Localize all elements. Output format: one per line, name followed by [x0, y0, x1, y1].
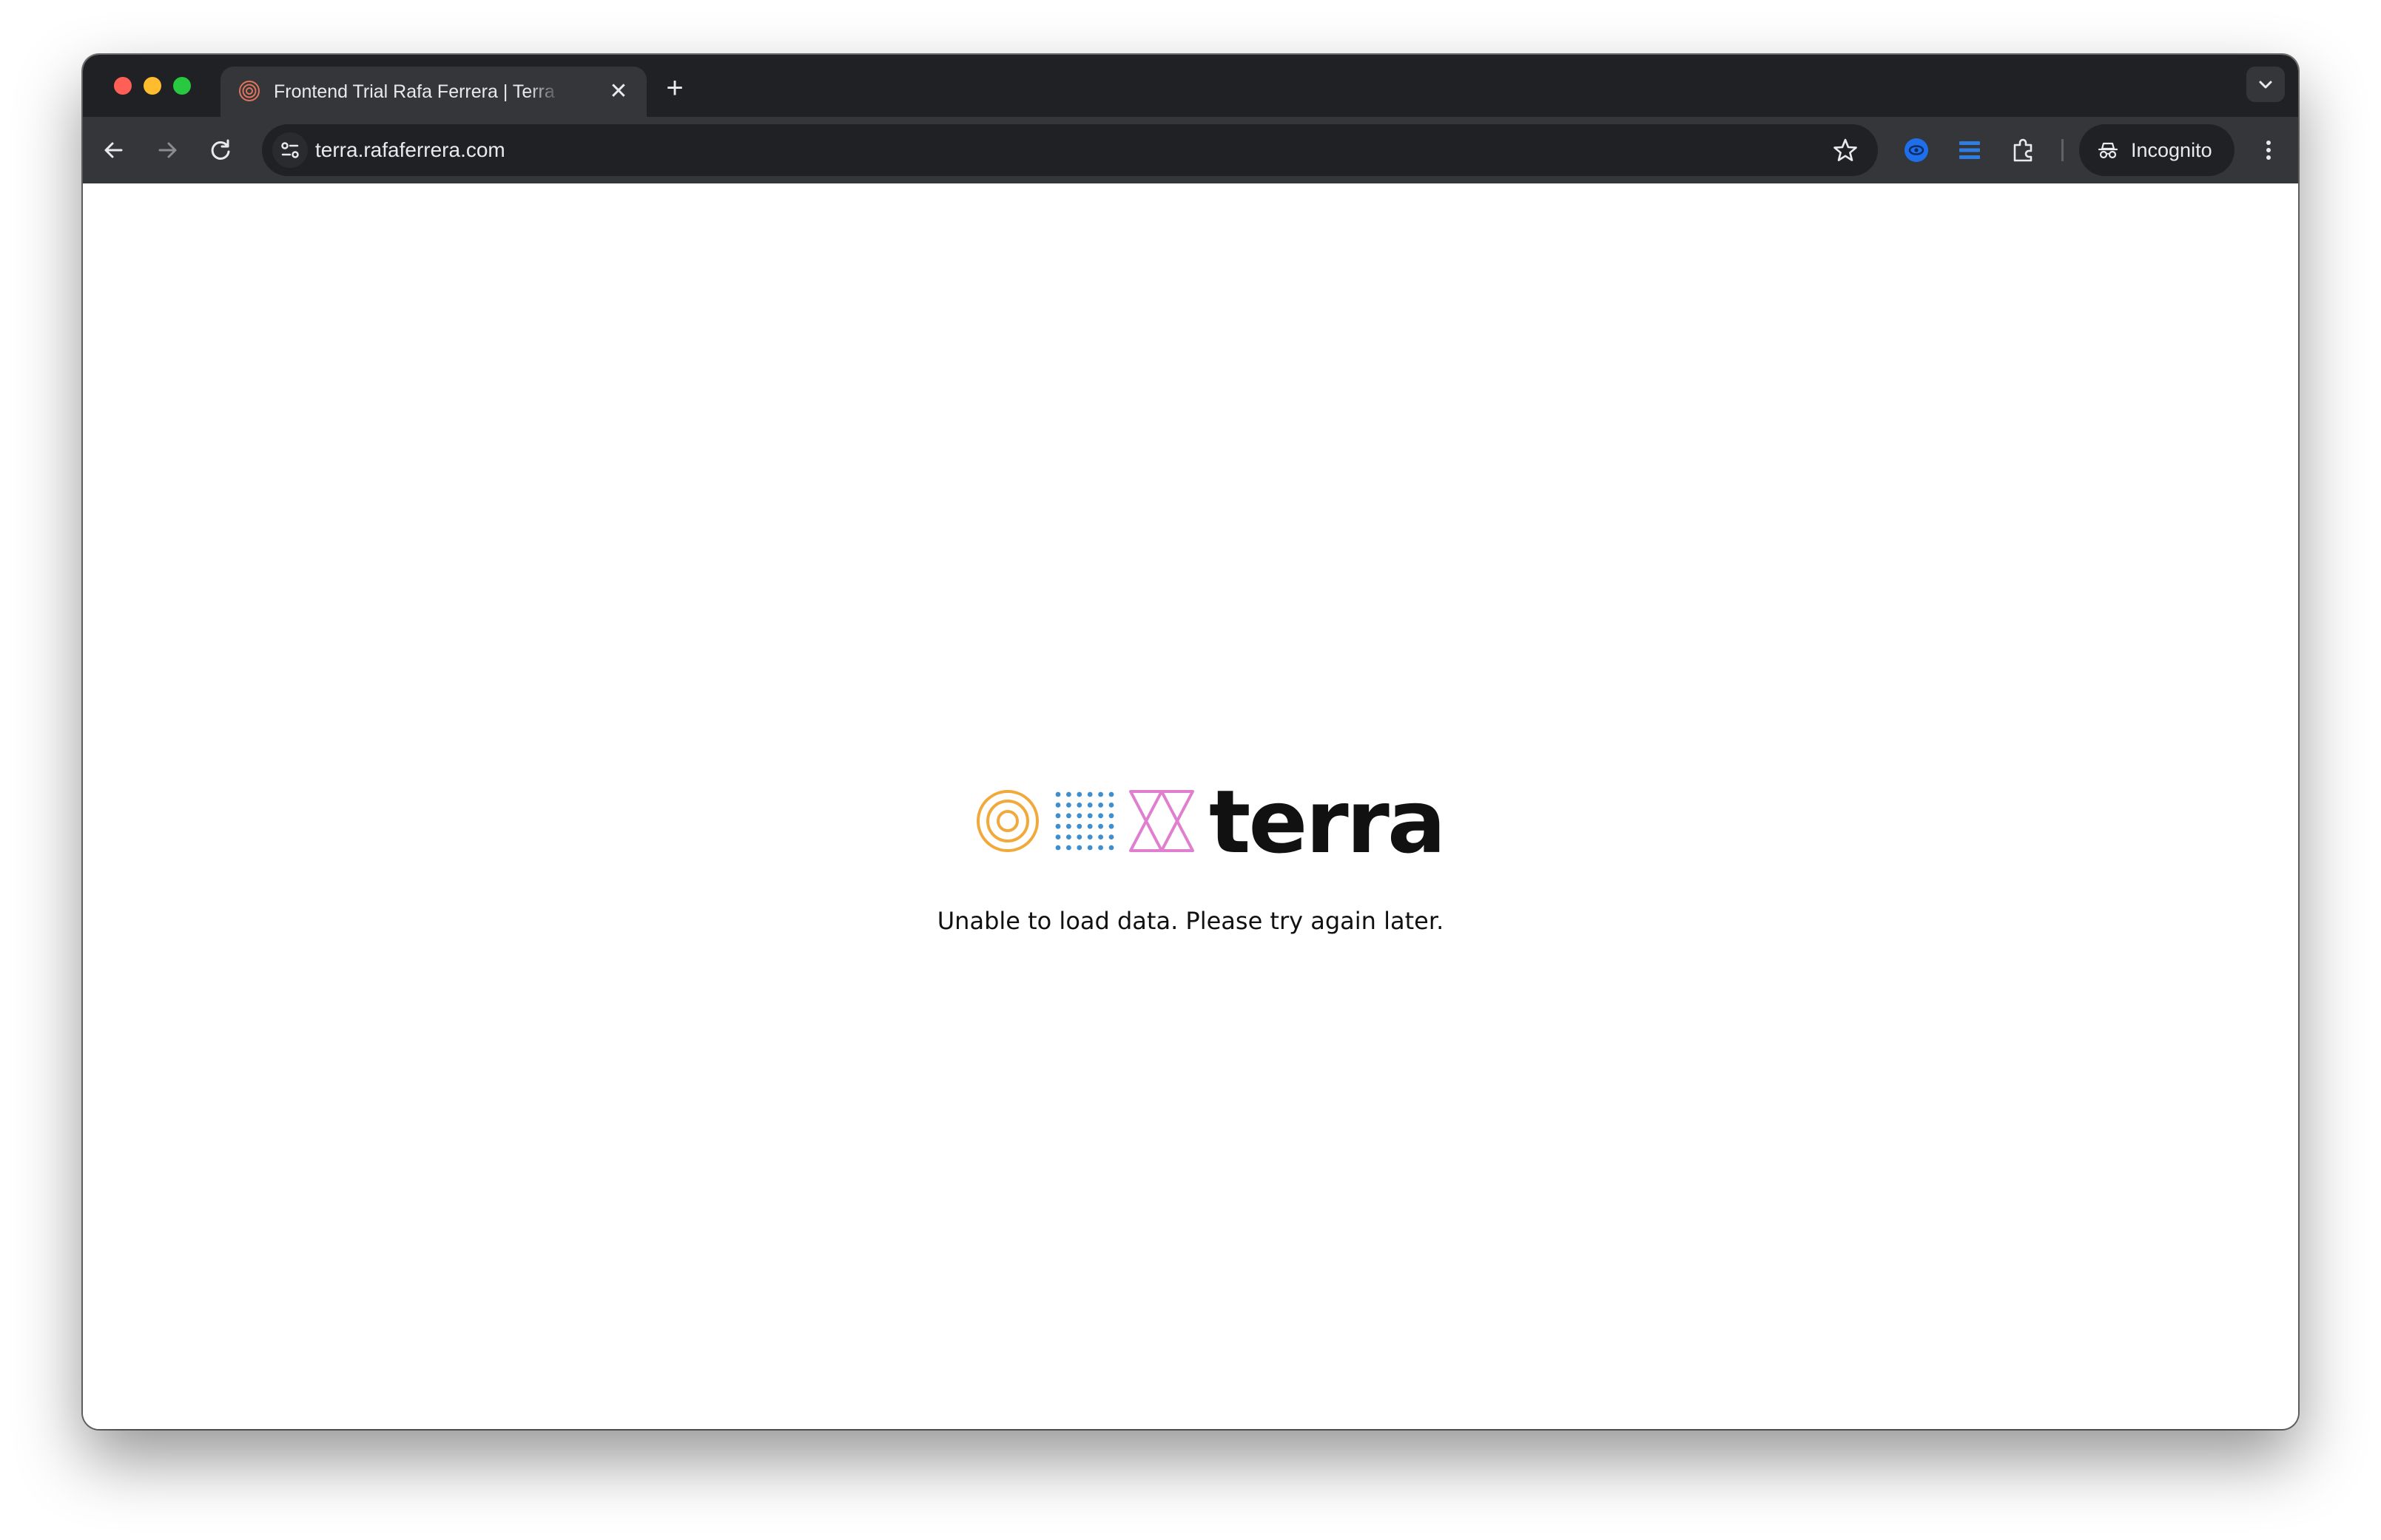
logo-dot: [1077, 823, 1082, 829]
logo-dot: [1087, 823, 1093, 829]
logo-dot: [1077, 845, 1082, 851]
more-menu-icon[interactable]: [2255, 134, 2282, 166]
forward-arrow-icon[interactable]: [149, 132, 185, 168]
browser-window: Frontend Trial Rafa Ferrera | Terra ✕ +: [83, 55, 2298, 1429]
extension-list-icon[interactable]: [1953, 134, 1986, 166]
maximize-window-button[interactable]: [173, 77, 191, 95]
incognito-icon: [2098, 142, 2118, 159]
logo-dot: [1098, 845, 1103, 851]
logo-dot: [1055, 803, 1061, 808]
tab-active[interactable]: Frontend Trial Rafa Ferrera | Terra ✕: [220, 67, 647, 117]
concentric-circles-icon: [977, 790, 1039, 852]
logo-dot: [1055, 834, 1061, 840]
logo-dot: [1077, 803, 1082, 808]
logo-dot: [1066, 813, 1071, 819]
terra-target-icon: [239, 81, 260, 101]
logo-dot: [1087, 813, 1093, 819]
logo-dot: [1108, 834, 1114, 840]
desktop: Frontend Trial Rafa Ferrera | Terra ✕ +: [0, 0, 2381, 1540]
logo-dot: [1108, 845, 1114, 851]
logo-wordmark: terra: [1209, 771, 1446, 873]
logo-dot: [1055, 791, 1061, 797]
logo-dot: [1077, 813, 1082, 819]
logo-dot: [1098, 823, 1103, 829]
terra-logo: terra: [975, 771, 1446, 872]
logo-dot: [1066, 803, 1071, 808]
logo-dot: [1108, 791, 1114, 797]
logo-dot: [1066, 823, 1071, 829]
logo-dot: [1066, 845, 1071, 851]
hourglass-icon: [1129, 790, 1194, 852]
logo-dot: [1098, 813, 1103, 819]
address-bar-url[interactable]: terra.rafaferrera.com: [315, 124, 505, 176]
tab-strip: Frontend Trial Rafa Ferrera | Terra ✕ +: [83, 55, 2298, 117]
logo-dot: [1087, 791, 1093, 797]
tab-search-button[interactable]: [2246, 67, 2285, 102]
dot-grid-icon: [1055, 791, 1114, 851]
back-arrow-icon[interactable]: [96, 132, 132, 168]
logo-dot: [1055, 823, 1061, 829]
logo-dot: [1066, 791, 1071, 797]
chevron-down-icon: [2259, 81, 2272, 89]
incognito-profile-button[interactable]: Incognito: [2079, 124, 2234, 176]
logo-dot: [1066, 834, 1071, 840]
logo-dot: [1077, 791, 1082, 797]
logo-dot: [1087, 845, 1093, 851]
logo-dot: [1108, 803, 1114, 808]
logo-dot: [1108, 813, 1114, 819]
logo-dot: [1098, 834, 1103, 840]
extensions-puzzle-icon[interactable]: [2007, 134, 2039, 166]
page-viewport: terra Unable to load data. Please try ag…: [83, 183, 2298, 1429]
tune-icon: [281, 142, 299, 158]
logo-dot: [1055, 813, 1061, 819]
logo-dot: [1087, 803, 1093, 808]
new-tab-button[interactable]: +: [659, 72, 691, 105]
logo-dot: [1098, 791, 1103, 797]
reload-icon[interactable]: [203, 132, 238, 168]
minimize-window-button[interactable]: [144, 77, 161, 95]
error-message: Unable to load data. Please try again la…: [937, 907, 1444, 935]
toolbar: terra.rafaferrera.com Incognito: [83, 117, 2298, 183]
logo-dot: [1108, 823, 1114, 829]
close-window-button[interactable]: [114, 77, 132, 95]
tab-title: Frontend Trial Rafa Ferrera | Terra: [274, 81, 555, 102]
site-info-button[interactable]: [272, 132, 308, 168]
bookmark-star-icon[interactable]: [1829, 134, 1862, 166]
incognito-label: Incognito: [2131, 139, 2212, 161]
extension-eye-icon[interactable]: [1900, 134, 1933, 166]
logo-dot: [1055, 845, 1061, 851]
logo-dot: [1077, 834, 1082, 840]
logo-dot: [1098, 803, 1103, 808]
logo-dot: [1087, 834, 1093, 840]
toolbar-divider: [2061, 139, 2064, 161]
address-bar[interactable]: terra.rafaferrera.com: [262, 124, 1878, 176]
tab-close-button[interactable]: ✕: [607, 80, 630, 104]
